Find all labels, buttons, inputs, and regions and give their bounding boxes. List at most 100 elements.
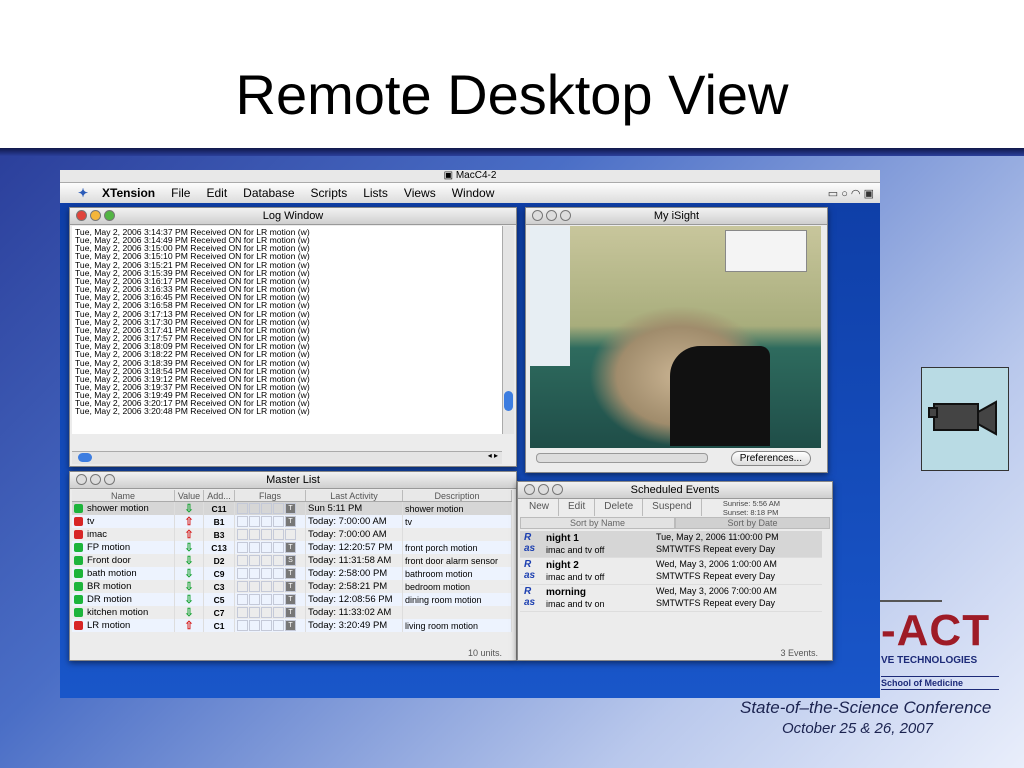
down-arrow-icon[interactable]: ⇩ [184, 555, 193, 567]
log-horizontal-scrollbar[interactable]: ◂ ▸ [72, 451, 502, 464]
col-flags[interactable]: Flags [234, 490, 306, 502]
sort-by-name-tab[interactable]: Sort by Name [520, 517, 675, 529]
down-arrow-icon[interactable]: ⇩ [184, 594, 193, 606]
event-repeat: SMTWTFS Repeat every Day [656, 544, 776, 554]
menu-lists[interactable]: Lists [363, 186, 388, 200]
table-row[interactable]: imac ⇧ B3 Today: 7:00:00 AM [72, 528, 512, 541]
scroll-arrows-icon[interactable]: ◂ ▸ [488, 451, 498, 460]
unit-flags: T [234, 501, 306, 515]
table-row[interactable]: bath motion ⇩ C9 T Today: 2:58:00 PM bathroom… [72, 567, 512, 580]
log-text-area[interactable]: Tue, May 2, 2006 3:14:37 PM Received ON … [72, 226, 502, 434]
wifi-icon[interactable]: ◠ [851, 188, 861, 200]
unit-name-cell: Front door [72, 554, 175, 567]
table-row[interactable]: Front door ⇩ D2 S Today: 11:31:58 AM front do… [72, 554, 512, 567]
menu-xtension[interactable]: XTension [102, 186, 155, 200]
close-icon[interactable] [76, 210, 87, 221]
master-list-titlebar[interactable]: Master List [70, 472, 516, 489]
menu-edit[interactable]: Edit [206, 186, 227, 200]
menu-file[interactable]: File [171, 186, 190, 200]
up-arrow-icon[interactable]: ⇧ [184, 620, 193, 632]
status-dot-icon [74, 503, 83, 513]
scroll-thumb[interactable] [504, 391, 513, 411]
event-repeat: SMTWTFS Repeat every Day [656, 598, 776, 608]
event-row[interactable]: Ras morning imac and tv on Wed, May 3, 2006… [520, 585, 822, 612]
table-row[interactable]: BR motion ⇩ C3 T Today: 2:58:21 PM bedroom mo… [72, 580, 512, 593]
down-arrow-icon[interactable]: ⇩ [184, 503, 193, 515]
log-vertical-scrollbar[interactable] [502, 226, 514, 434]
table-row[interactable]: kitchen motion ⇩ C7 T Today: 11:33:02 AM [72, 606, 512, 619]
table-row[interactable]: tv ⇧ B1 T Today: 7:00:00 AM tv [72, 515, 512, 528]
col-description[interactable]: Description [402, 490, 512, 502]
unit-value-cell: ⇩ [174, 541, 204, 554]
flag-letter: T [285, 619, 296, 631]
zoom-icon[interactable] [104, 210, 115, 221]
volume-slider[interactable] [536, 453, 708, 463]
menu-views[interactable]: Views [404, 186, 436, 200]
zoom-icon[interactable] [560, 210, 571, 221]
menu-window[interactable]: Window [452, 186, 495, 200]
isight-title: My iSight [653, 210, 700, 222]
minimize-icon[interactable] [538, 484, 549, 495]
status-dot-icon [74, 620, 83, 630]
menu-scripts[interactable]: Scripts [311, 186, 348, 200]
minimize-icon[interactable] [546, 210, 557, 221]
unit-name-cell: tv [72, 515, 175, 528]
app-logo-icon[interactable]: ✦ [72, 186, 94, 200]
unit-flags: S [234, 554, 306, 567]
master-list-title: Master List [266, 474, 320, 486]
scroll-thumb[interactable] [78, 453, 92, 462]
clock-icon[interactable]: ○ [841, 188, 848, 200]
sort-by-date-tab[interactable]: Sort by Date [675, 517, 830, 529]
table-row[interactable]: FP motion ⇩ C13 T Today: 12:20:57 PM front po… [72, 541, 512, 554]
unit-value-cell: ⇩ [174, 580, 204, 593]
down-arrow-icon[interactable]: ⇩ [184, 581, 193, 593]
battery-icon[interactable]: ▭ [828, 188, 838, 200]
status-dot-icon [74, 529, 83, 539]
new-event-button[interactable]: New [520, 499, 560, 516]
col-last-activity[interactable]: Last Activity [305, 490, 403, 502]
close-icon[interactable] [532, 210, 543, 221]
down-arrow-icon[interactable]: ⇩ [184, 568, 193, 580]
minimize-icon[interactable] [90, 210, 101, 221]
log-window-titlebar[interactable]: Log Window [70, 208, 516, 225]
up-arrow-icon[interactable]: ⇧ [184, 516, 193, 528]
unit-name: kitchen motion [87, 607, 149, 618]
delete-event-button[interactable]: Delete [595, 499, 644, 516]
unit-value-cell: ⇧ [174, 619, 204, 632]
unit-flags: T [234, 593, 306, 606]
col-name[interactable]: Name [72, 490, 175, 502]
unit-name-cell: BR motion [72, 580, 175, 593]
minimize-icon[interactable] [90, 474, 101, 485]
remote-desktop-screen: ▣ MacC4-2 ✦ XTension File Edit Database … [60, 170, 880, 698]
flag-letter: T [285, 580, 296, 592]
display-icon[interactable]: ▣ [864, 188, 874, 200]
event-row[interactable]: Ras night 2 imac and tv off Wed, May 3, 200… [520, 558, 822, 585]
close-icon[interactable] [76, 474, 87, 485]
up-arrow-icon[interactable]: ⇧ [184, 529, 193, 541]
zoom-icon[interactable] [104, 474, 115, 485]
log-line: Tue, May 2, 2006 3:20:48 PM Received ON … [75, 406, 310, 417]
table-row[interactable]: shower motion ⇩ C11 T Sun 5:11 PM shower moti… [72, 501, 512, 515]
event-row[interactable]: Ras night 1 imac and tv off Tue, May 2, 200… [520, 531, 822, 558]
down-arrow-icon[interactable]: ⇩ [184, 542, 193, 554]
isight-window: My iSight Preferences... [525, 207, 828, 473]
col-address[interactable]: Add... [203, 490, 235, 502]
close-icon[interactable] [524, 484, 535, 495]
logo-subtitle: VE TECHNOLOGIES [881, 655, 978, 666]
table-row[interactable]: DR motion ⇩ C5 T Today: 12:08:56 PM dining ro… [72, 593, 512, 606]
sun-times: Sunrise: 5:56 AM Sunset: 8:18 PM [723, 499, 780, 517]
unit-flags: T [234, 567, 306, 580]
preferences-button[interactable]: Preferences... [730, 451, 811, 466]
col-value[interactable]: Value [174, 490, 204, 502]
unit-last-activity: Today: 11:31:58 AM [305, 554, 403, 567]
scheduled-events-titlebar[interactable]: Scheduled Events [518, 482, 832, 499]
menu-database[interactable]: Database [243, 186, 294, 200]
table-row[interactable]: LR motion ⇧ C1 T Today: 3:20:49 PM living roo… [72, 619, 512, 632]
suspend-event-button[interactable]: Suspend [643, 499, 702, 516]
edit-event-button[interactable]: Edit [559, 499, 596, 516]
status-dot-icon [74, 581, 83, 591]
down-arrow-icon[interactable]: ⇩ [184, 607, 193, 619]
zoom-icon[interactable] [552, 484, 563, 495]
unit-name-cell: imac [72, 528, 175, 541]
isight-titlebar[interactable]: My iSight [526, 208, 827, 225]
